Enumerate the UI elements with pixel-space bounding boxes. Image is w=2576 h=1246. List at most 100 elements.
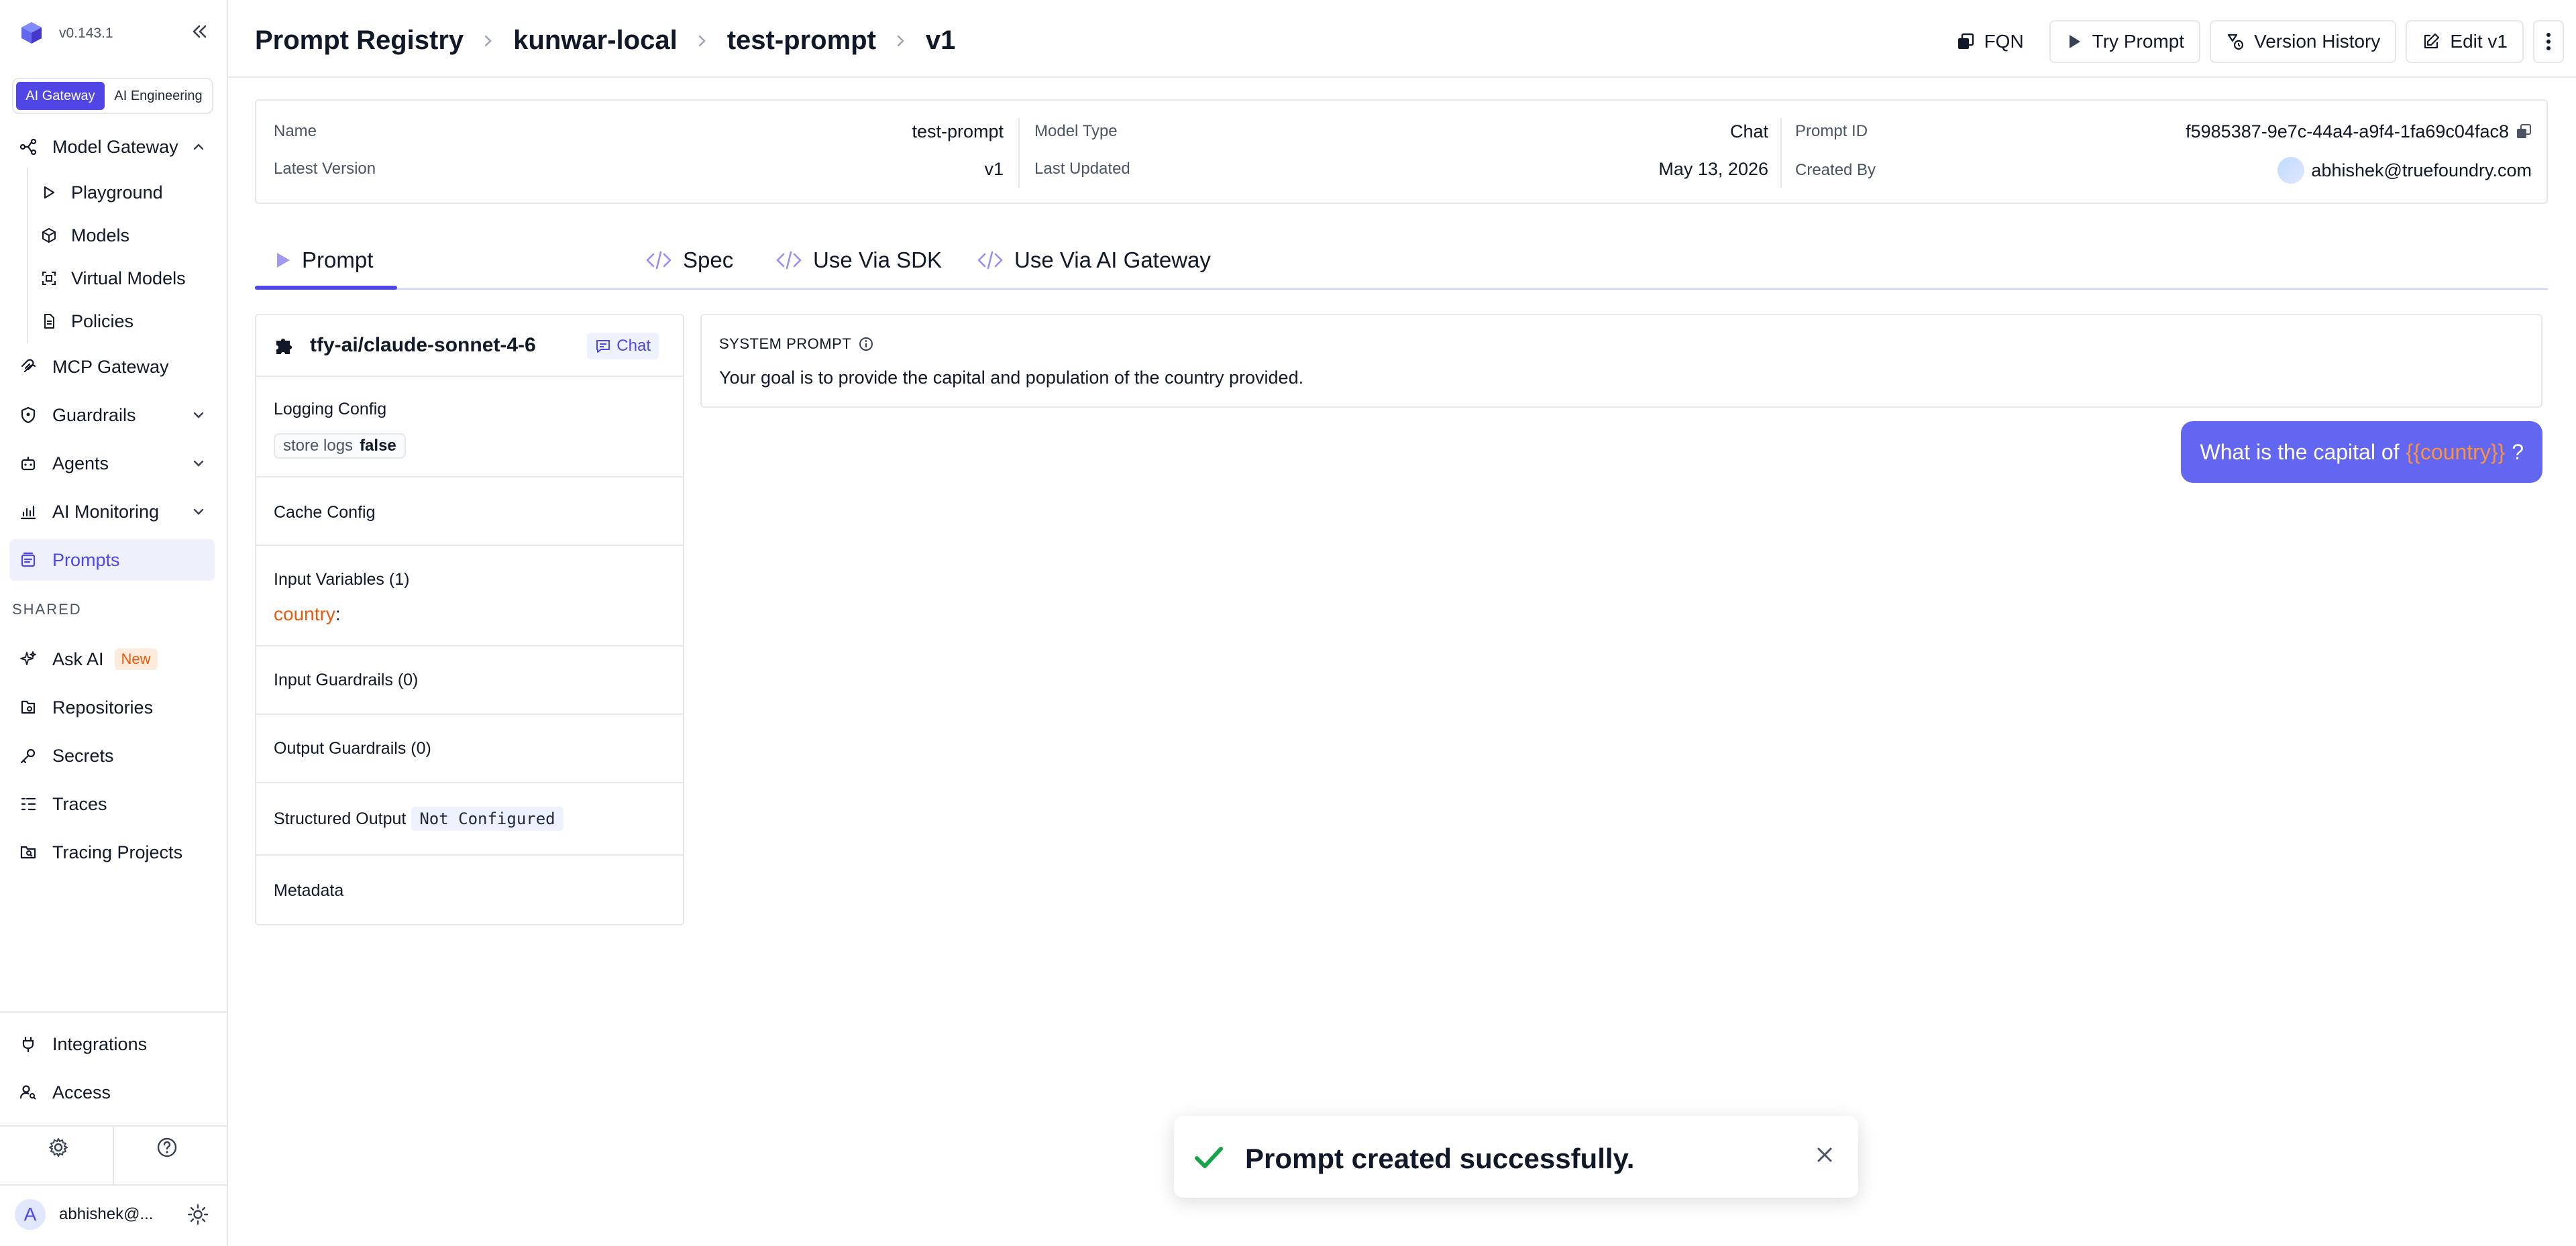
nav-guardrails[interactable]: Guardrails <box>9 394 215 436</box>
tab-bar: Prompt Spec Use Via SDK Use Via AI Gatew… <box>255 232 2548 290</box>
divider <box>0 1011 227 1013</box>
cache-config-title: Cache Config <box>274 503 376 522</box>
fqn-button[interactable]: FQN <box>1939 20 2040 63</box>
nav-repositories[interactable]: Repositories <box>9 687 215 728</box>
latest-version-value: v1 <box>984 158 1004 179</box>
sun-icon[interactable] <box>186 1203 209 1226</box>
code-icon <box>776 251 802 270</box>
nav-agents[interactable]: Agents <box>9 443 215 484</box>
input-guardrails-section: Input Guardrails (0) <box>256 646 683 715</box>
version-history-button[interactable]: Version History <box>2210 20 2397 63</box>
nav-virtual-models[interactable]: Virtual Models <box>36 258 215 299</box>
copy-icon[interactable] <box>2516 123 2532 139</box>
nav-ai-monitoring[interactable]: AI Monitoring <box>9 491 215 532</box>
system-prompt-label: SYSTEM PROMPT <box>719 335 874 353</box>
try-prompt-label: Try Prompt <box>2092 31 2185 52</box>
version-history-label: Version History <box>2254 31 2381 52</box>
app-version: v0.143.1 <box>59 25 113 41</box>
latest-version-label: Latest Version <box>274 160 376 178</box>
model-type-label: Model Type <box>1034 122 1118 140</box>
tab-use-via-ai-gateway[interactable]: Use Via AI Gateway <box>977 232 1211 288</box>
output-guardrails-title: Output Guardrails (0) <box>274 739 431 758</box>
tab-use-via-sdk[interactable]: Use Via SDK <box>775 232 942 288</box>
shield-icon <box>19 406 38 424</box>
fqn-label: FQN <box>1984 31 2024 52</box>
folder-search-icon <box>19 843 38 862</box>
collapse-sidebar-icon[interactable] <box>188 20 211 43</box>
nav-secrets[interactable]: Secrets <box>9 735 215 777</box>
tab-prompt[interactable]: Prompt <box>255 232 397 290</box>
nav-tracing-projects[interactable]: Tracing Projects <box>9 832 215 873</box>
logging-config-title: Logging Config <box>274 400 387 418</box>
truefoundry-logo[interactable] <box>19 20 44 46</box>
breadcrumb-workspace[interactable]: kunwar-local <box>513 25 678 56</box>
route-icon <box>19 137 38 156</box>
avatar[interactable]: A <box>15 1199 46 1230</box>
edit-label: Edit v1 <box>2450 31 2508 52</box>
user-name[interactable]: abhishek@... <box>59 1205 153 1224</box>
prompt-info-card: Name test-prompt Latest Version v1 Model… <box>255 99 2548 204</box>
nav-integrations[interactable]: Integrations <box>9 1023 215 1065</box>
chevron-down-icon <box>193 508 204 515</box>
divider <box>113 1127 114 1184</box>
edit-icon <box>2424 33 2440 49</box>
nav-label: Policies <box>71 310 134 331</box>
close-icon[interactable] <box>1815 1145 1834 1164</box>
nav-prompts[interactable]: Prompts <box>9 539 215 581</box>
nav-playground[interactable]: Playground <box>36 172 215 213</box>
last-updated-label: Last Updated <box>1034 160 1130 178</box>
breadcrumb-prompt[interactable]: test-prompt <box>727 25 876 56</box>
nav-label: AI Monitoring <box>52 501 160 522</box>
help-circle-icon[interactable] <box>156 1136 178 1159</box>
try-prompt-button[interactable]: Try Prompt <box>2049 20 2201 63</box>
more-vertical-icon <box>2546 33 2551 50</box>
repository-icon <box>19 698 38 717</box>
input-variables-section: Input Variables (1) country: <box>256 546 683 646</box>
history-icon <box>2227 34 2244 50</box>
new-badge: New <box>114 648 158 670</box>
breadcrumb-prompt-registry[interactable]: Prompt Registry <box>255 25 464 56</box>
main-content: Prompt Registry kunwar-local test-prompt… <box>228 0 2576 1246</box>
nav-policies[interactable]: Policies <box>36 300 215 342</box>
model-section: tfy-ai/claude-sonnet-4-6 Chat <box>256 315 683 377</box>
chart-icon <box>19 502 38 521</box>
nav-models[interactable]: Models <box>36 215 215 256</box>
nav-label: Virtual Models <box>71 268 186 288</box>
edit-button[interactable]: Edit v1 <box>2406 20 2524 63</box>
virtual-model-icon <box>40 270 58 287</box>
input-variable: country: <box>274 604 341 625</box>
nav-label: Access <box>52 1082 111 1102</box>
variable-name: country <box>274 604 335 624</box>
more-options-button[interactable] <box>2533 20 2564 63</box>
message-text: What is the capital of <box>2200 439 2400 464</box>
variable-colon: : <box>335 604 341 624</box>
nav-model-gateway[interactable]: Model Gateway <box>9 126 215 168</box>
info-icon[interactable] <box>858 336 874 352</box>
settings-gear-icon[interactable] <box>47 1136 70 1159</box>
tab-label: Use Via SDK <box>813 247 942 272</box>
nav-label: Prompts <box>52 549 120 570</box>
store-logs-chip: store logs false <box>274 433 406 459</box>
model-name: tfy-ai/claude-sonnet-4-6 <box>310 334 536 356</box>
nav-ask-ai[interactable]: Ask AI New <box>9 638 215 680</box>
divider <box>0 1184 227 1186</box>
output-guardrails-section: Output Guardrails (0) <box>256 715 683 783</box>
info-col-1: Name test-prompt Latest Version v1 <box>274 101 1004 203</box>
nav-access[interactable]: Access <box>9 1072 215 1113</box>
success-toast: Prompt created successfully. <box>1174 1116 1858 1198</box>
switch-ai-engineering[interactable]: AI Engineering <box>107 82 209 110</box>
code-icon <box>646 251 672 270</box>
metadata-section: Metadata <box>256 856 683 924</box>
sidebar: v0.143.1 AI Gateway AI Engineering Model… <box>0 0 228 1246</box>
message-variable: {{country}} <box>2406 439 2506 464</box>
code-icon <box>977 251 1003 270</box>
switch-ai-gateway[interactable]: AI Gateway <box>16 82 105 110</box>
nav-label: MCP Gateway <box>52 356 169 377</box>
nav-label: Guardrails <box>52 404 136 425</box>
prompt-id-label: Prompt ID <box>1795 122 1868 140</box>
nav-traces[interactable]: Traces <box>9 783 215 825</box>
divider <box>1018 118 1020 188</box>
system-prompt-text: Your goal is to provide the capital and … <box>719 367 1304 388</box>
nav-mcp-gateway[interactable]: MCP Gateway <box>9 346 215 388</box>
tab-spec[interactable]: Spec <box>645 232 733 288</box>
